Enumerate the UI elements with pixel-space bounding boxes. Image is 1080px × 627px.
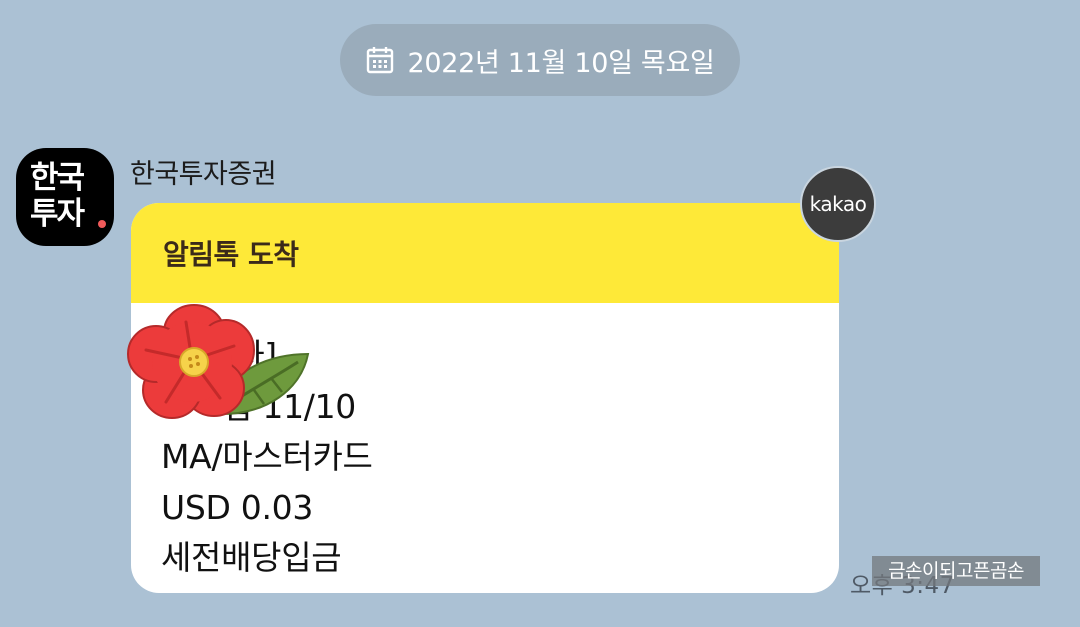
kakao-badge: kakao: [800, 166, 876, 242]
sender-name: 한국투자증권: [130, 159, 277, 190]
watermark: 금손이되고픈곰손: [872, 556, 1040, 586]
alimtalk-header-title: 알림톡 도착: [163, 238, 299, 271]
date-divider-text: 2022년 11월 10일 목요일: [407, 47, 715, 79]
avatar-logo-text: 한국 투자: [30, 160, 85, 232]
message-line: 세전배당입금: [161, 538, 342, 577]
message-line: MA/마스터카드: [161, 437, 373, 476]
date-divider: 2022년 11월 10일 목요일: [340, 24, 740, 96]
calendar-icon: [367, 47, 394, 74]
avatar-logo-dot: [98, 220, 106, 228]
message-line: USD 0.03: [161, 487, 314, 527]
alimtalk-header: 알림톡 도착: [131, 203, 839, 303]
flower-sticker-icon: [127, 304, 310, 419]
kakao-badge-label: kakao: [809, 192, 867, 216]
avatar-logo-line: 한국: [30, 160, 85, 196]
sender-avatar[interactable]: 한국 투자: [16, 148, 114, 246]
avatar-logo-line: 투자: [30, 196, 85, 232]
